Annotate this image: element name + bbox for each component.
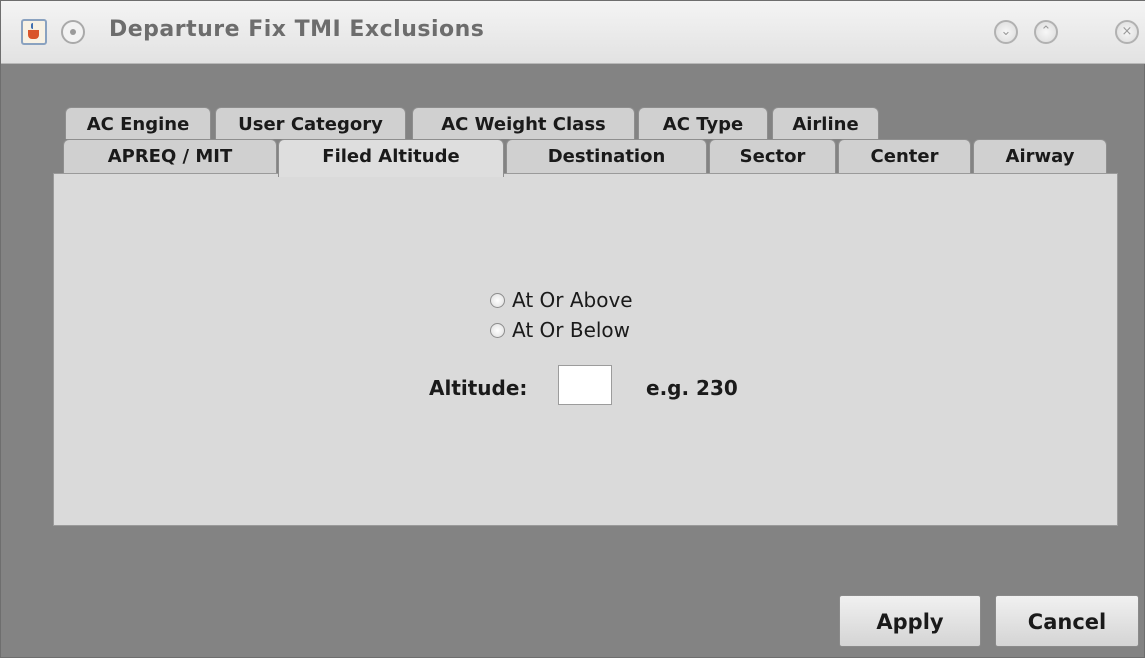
altitude-hint: e.g. 230 [646, 376, 738, 400]
minimize-icon[interactable]: ⌄ [994, 20, 1018, 44]
tab-sector[interactable]: Sector [709, 139, 836, 175]
filed-altitude-panel: At Or Above At Or Below Altitude: e.g. 2… [53, 173, 1118, 526]
title-bar[interactable]: Departure Fix TMI Exclusions ⌄ ⌃ × [1, 1, 1145, 64]
tab-center[interactable]: Center [838, 139, 971, 175]
at-or-below-option[interactable]: At Or Below [490, 318, 630, 342]
window-menu-icon[interactable] [61, 20, 85, 44]
tab-airway[interactable]: Airway [973, 139, 1107, 175]
java-app-icon [21, 19, 47, 45]
cancel-button[interactable]: Cancel [995, 595, 1139, 647]
cup-icon-part [28, 30, 39, 39]
tab-airline[interactable]: Airline [772, 107, 879, 139]
altitude-label: Altitude: [429, 376, 528, 400]
at-or-above-label: At Or Above [512, 288, 633, 312]
window-title: Departure Fix TMI Exclusions [109, 17, 485, 42]
tab-user-category[interactable]: User Category [215, 107, 406, 139]
departure-fix-tmi-exclusions-window: Departure Fix TMI Exclusions ⌄ ⌃ × AC En… [0, 0, 1145, 658]
at-or-below-radio[interactable] [490, 323, 505, 338]
close-icon[interactable]: × [1115, 20, 1139, 44]
tab-destination[interactable]: Destination [506, 139, 707, 175]
tab-apreq-mit[interactable]: APREQ / MIT [63, 139, 277, 175]
apply-button[interactable]: Apply [839, 595, 981, 647]
tab-ac-weight-class[interactable]: AC Weight Class [412, 107, 635, 139]
maximize-icon[interactable]: ⌃ [1034, 20, 1058, 44]
at-or-above-radio[interactable] [490, 293, 505, 308]
tab-ac-type[interactable]: AC Type [638, 107, 768, 139]
steam-icon-part [31, 23, 37, 29]
altitude-input[interactable] [558, 365, 612, 405]
at-or-below-label: At Or Below [512, 318, 631, 342]
tab-filed-altitude[interactable]: Filed Altitude [278, 139, 504, 177]
tab-ac-engine[interactable]: AC Engine [65, 107, 211, 139]
at-or-above-option[interactable]: At Or Above [490, 288, 633, 312]
